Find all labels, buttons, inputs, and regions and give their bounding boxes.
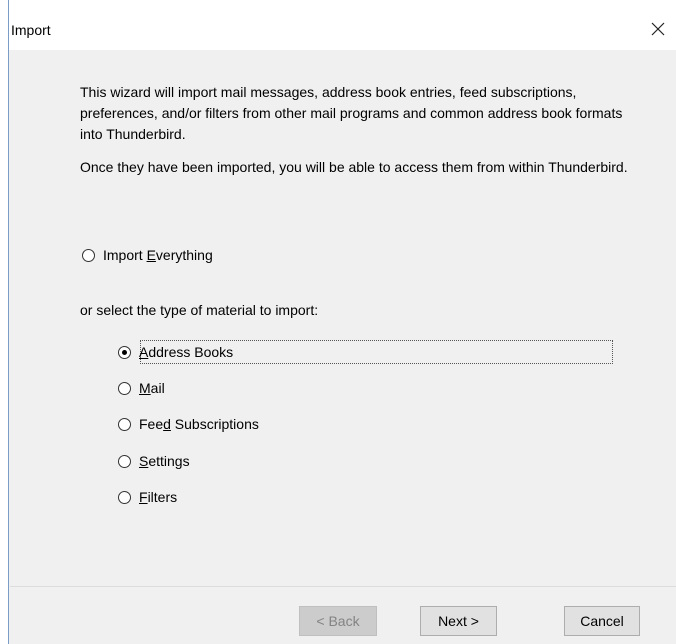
window-left-border	[0, 0, 9, 644]
window-title: Import	[11, 22, 51, 38]
radio-circle[interactable]	[118, 417, 131, 431]
radio-label: Settings	[139, 453, 190, 469]
radio-filters[interactable]: Filters	[118, 486, 177, 508]
close-icon	[651, 22, 665, 36]
radio-address-books[interactable]: Address Books	[118, 341, 233, 363]
radio-circle-checked[interactable]	[118, 345, 131, 359]
radio-feed-subscriptions[interactable]: Feed Subscriptions	[118, 413, 259, 435]
next-button[interactable]: Next >	[420, 606, 497, 636]
radio-circle[interactable]	[118, 490, 131, 504]
intro-paragraph-1: This wizard will import mail messages, a…	[80, 84, 623, 142]
radio-label: Feed Subscriptions	[139, 416, 259, 432]
radio-label: Mail	[139, 380, 165, 396]
cancel-button[interactable]: Cancel	[564, 606, 640, 636]
radio-settings[interactable]: Settings	[118, 450, 190, 472]
radio-label: Import Everything	[103, 247, 213, 263]
intro-paragraph-2: Once they have been imported, you will b…	[80, 159, 628, 175]
radio-label: Address Books	[139, 344, 234, 360]
radio-import-everything[interactable]: Import Everything	[82, 244, 213, 266]
close-button[interactable]	[640, 14, 676, 44]
title-bar[interactable]: Import	[9, 0, 676, 50]
button-bar: < Back Next > Cancel	[10, 586, 676, 644]
wizard-content: This wizard will import mail messages, a…	[10, 50, 676, 586]
import-dialog: Import This wizard will import mail mess…	[0, 0, 676, 644]
radio-circle[interactable]	[118, 454, 131, 468]
radio-mail[interactable]: Mail	[118, 377, 165, 399]
radio-circle[interactable]	[118, 381, 131, 395]
back-button[interactable]: < Back	[299, 606, 377, 636]
radio-circle[interactable]	[82, 248, 95, 262]
select-type-prompt: or select the type of material to import…	[80, 302, 319, 318]
radio-label: Filters	[139, 489, 178, 505]
